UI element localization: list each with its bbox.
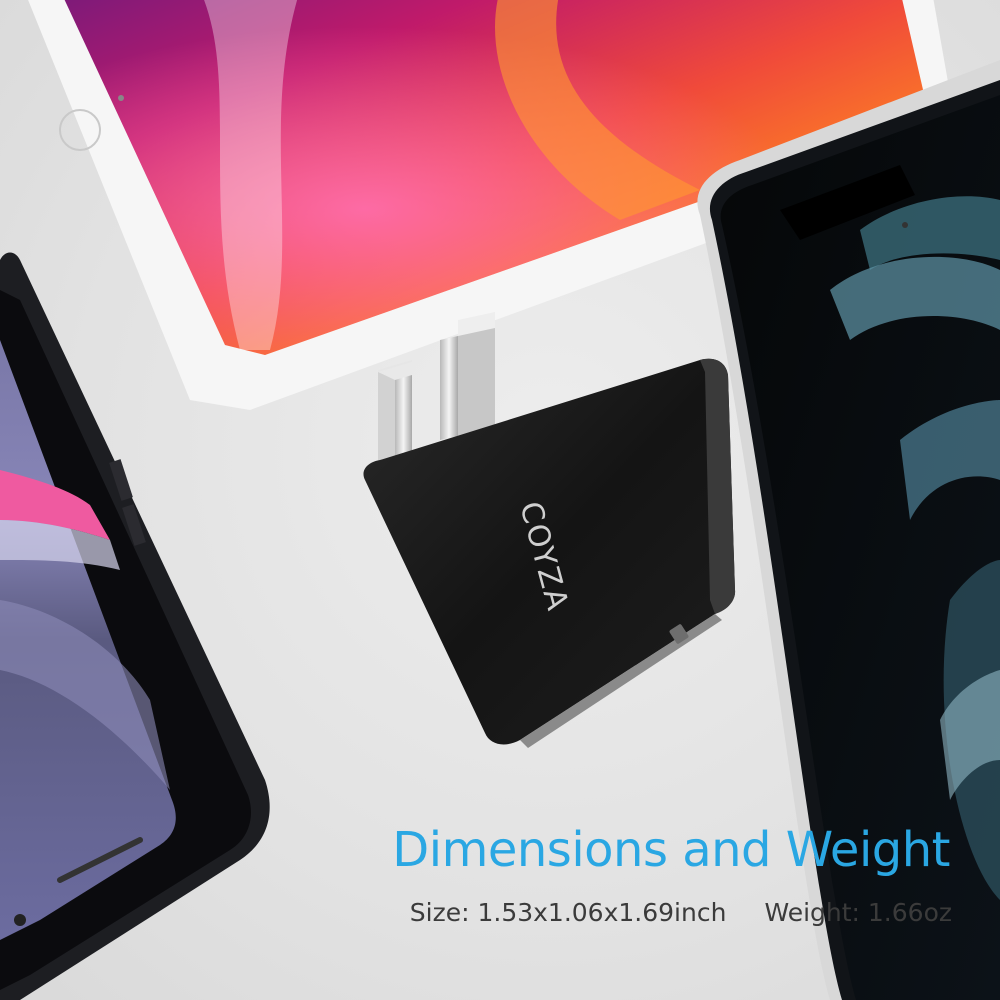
headline-region: Dimensions and Weight [0,822,1000,894]
size-spec: Size: 1.53x1.06x1.69inch [409,898,727,927]
weight-spec: Weight: 1.66oz [764,898,952,927]
product-scene: COYZA Dimensions and Weight Size: 1.53x1… [0,0,1000,1000]
page-title: Dimensions and Weight [392,822,950,878]
specs-line: Size: 1.53x1.06x1.69inch Weight: 1.66oz [0,898,1000,938]
charger-device: COYZA [363,312,736,748]
